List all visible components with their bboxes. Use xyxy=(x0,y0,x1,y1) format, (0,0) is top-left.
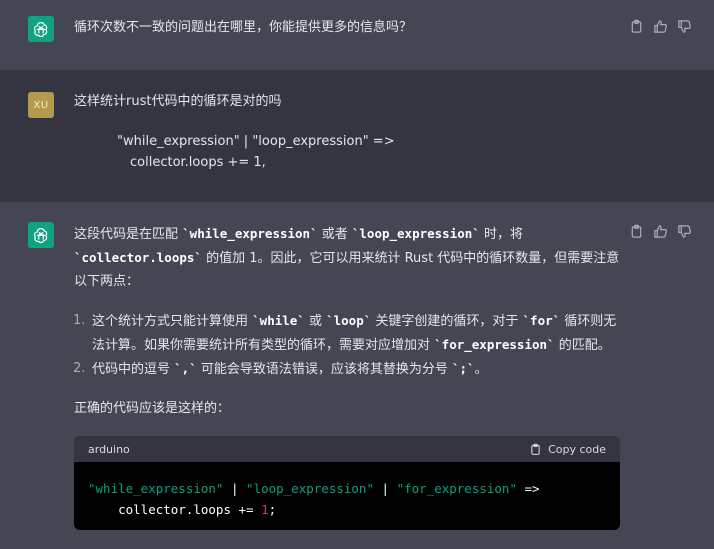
code-text: ; xyxy=(268,502,277,517)
code-string: "for_expression" xyxy=(396,481,517,496)
text: 这个统计方式只能计算使用 xyxy=(92,314,253,329)
clipboard-icon[interactable] xyxy=(629,19,644,34)
clipboard-icon[interactable] xyxy=(629,224,644,239)
inline-code: `for` xyxy=(522,313,561,328)
answer-list: 1. 这个统计方式只能计算使用 `while` 或 `loop` 关键字创建的循… xyxy=(73,309,620,381)
text: 或 xyxy=(304,314,327,329)
inline-code: `loop` xyxy=(326,313,372,328)
code-string: "while_expression" xyxy=(88,481,224,496)
code-operator: | xyxy=(223,481,247,496)
user-code-line-1: "while_expression" | "loop_expression" =… xyxy=(117,134,395,149)
text: 代码中的逗号 xyxy=(92,362,175,377)
code-operator: | xyxy=(373,481,397,496)
text: 关键字创建的循环，对于 xyxy=(371,314,523,329)
copy-code-button[interactable]: Copy code xyxy=(529,443,606,456)
assistant-message-1: 循环次数不一致的问题出在哪里，你能提供更多的信息吗？ xyxy=(0,0,714,70)
answer-paragraph-2: 正确的代码应该是这样的： xyxy=(74,401,231,416)
text: 或者 xyxy=(317,227,352,242)
inline-code: `,` xyxy=(174,361,197,376)
list-item: 2. 代码中的逗号 `,` 可能会导致语法错误，应该将其替换为分号 `;`。 xyxy=(73,357,620,381)
inline-code: `loop_expression` xyxy=(351,226,480,241)
message-actions xyxy=(629,19,692,34)
thumbs-up-icon[interactable] xyxy=(653,19,668,34)
message-actions xyxy=(629,224,692,239)
user-message: XU 这样统计rust代码中的循环是对的吗 "while_expression"… xyxy=(0,70,714,202)
text: 的匹配。 xyxy=(554,338,611,353)
list-number: 1. xyxy=(73,313,86,328)
assistant-message-2: 这段代码是在匹配 `while_expression` 或者 `loop_exp… xyxy=(0,202,714,549)
list-number: 2. xyxy=(73,361,86,376)
inline-code: `for_expression` xyxy=(434,337,555,352)
user-code-line-2: collector.loops += 1, xyxy=(130,155,266,170)
text: 时，将 xyxy=(479,227,523,242)
code-text: collector.loops += xyxy=(88,502,262,517)
message-text: 循环次数不一致的问题出在哪里，你能提供更多的信息吗？ xyxy=(74,20,413,35)
thumbs-down-icon[interactable] xyxy=(677,19,692,34)
code-content: "while_expression" | "loop_expression" |… xyxy=(74,462,620,520)
code-language: arduino xyxy=(88,442,130,456)
list-item: 1. 这个统计方式只能计算使用 `while` 或 `loop` 关键字创建的循… xyxy=(73,309,620,357)
clipboard-icon xyxy=(531,443,540,455)
user-message-text: 这样统计rust代码中的循环是对的吗 xyxy=(74,94,282,109)
text: 可能会导致语法错误，应该将其替换为分号 xyxy=(196,362,452,377)
code-string: "loop_expression" xyxy=(246,481,374,496)
answer-paragraph-1: 这段代码是在匹配 `while_expression` 或者 `loop_exp… xyxy=(74,222,620,293)
inline-code: `while_expression` xyxy=(182,226,318,241)
code-operator: => xyxy=(516,481,540,496)
thumbs-up-icon[interactable] xyxy=(653,224,668,239)
text: 。 xyxy=(474,362,488,377)
openai-logo-icon xyxy=(28,222,54,248)
code-block: arduino Copy code "while_expression" | "… xyxy=(74,436,620,530)
copy-code-label: Copy code xyxy=(548,442,606,456)
openai-logo-icon xyxy=(28,16,54,42)
inline-code: `while` xyxy=(252,313,305,328)
inline-code: `;` xyxy=(451,361,475,376)
code-number: 1 xyxy=(261,502,269,517)
code-block-header: arduino Copy code xyxy=(74,436,620,462)
text: 这段代码是在匹配 xyxy=(74,227,183,242)
user-avatar: XU xyxy=(28,92,54,118)
inline-code: `collector.loops` xyxy=(74,250,202,265)
thumbs-down-icon[interactable] xyxy=(677,224,692,239)
